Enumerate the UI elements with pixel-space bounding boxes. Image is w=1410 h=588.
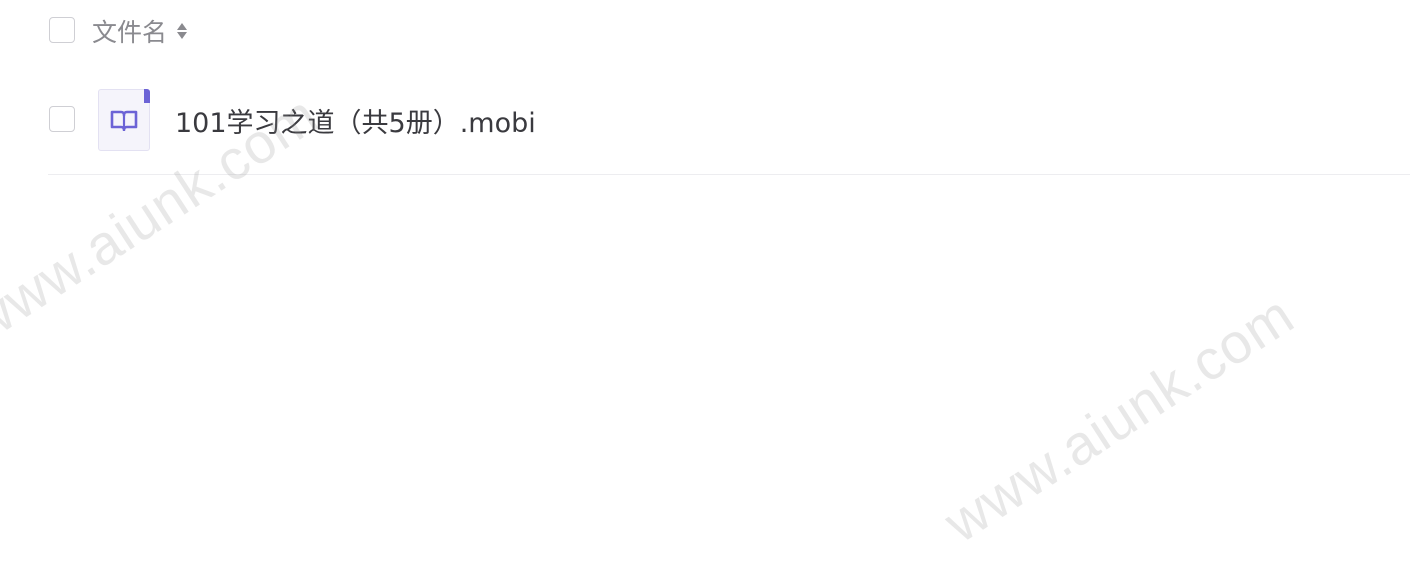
- row-select-checkbox[interactable]: [49, 106, 75, 132]
- book-icon: [110, 110, 138, 131]
- column-header-filename[interactable]: 文件名: [92, 12, 188, 50]
- select-all-checkbox[interactable]: [49, 17, 75, 43]
- file-name[interactable]: 101学习之道（共5册）.mobi: [175, 100, 536, 140]
- row-divider: [48, 174, 1410, 175]
- file-list-page: 文件名 101学习之道（共5册）.mobi www.aiunk.com www.…: [0, 0, 1410, 588]
- column-header-label: 文件名: [92, 18, 168, 47]
- sort-updown-icon[interactable]: [177, 23, 188, 39]
- ebook-file-icon: [98, 89, 150, 151]
- watermark: www.aiunk.com: [933, 282, 1305, 555]
